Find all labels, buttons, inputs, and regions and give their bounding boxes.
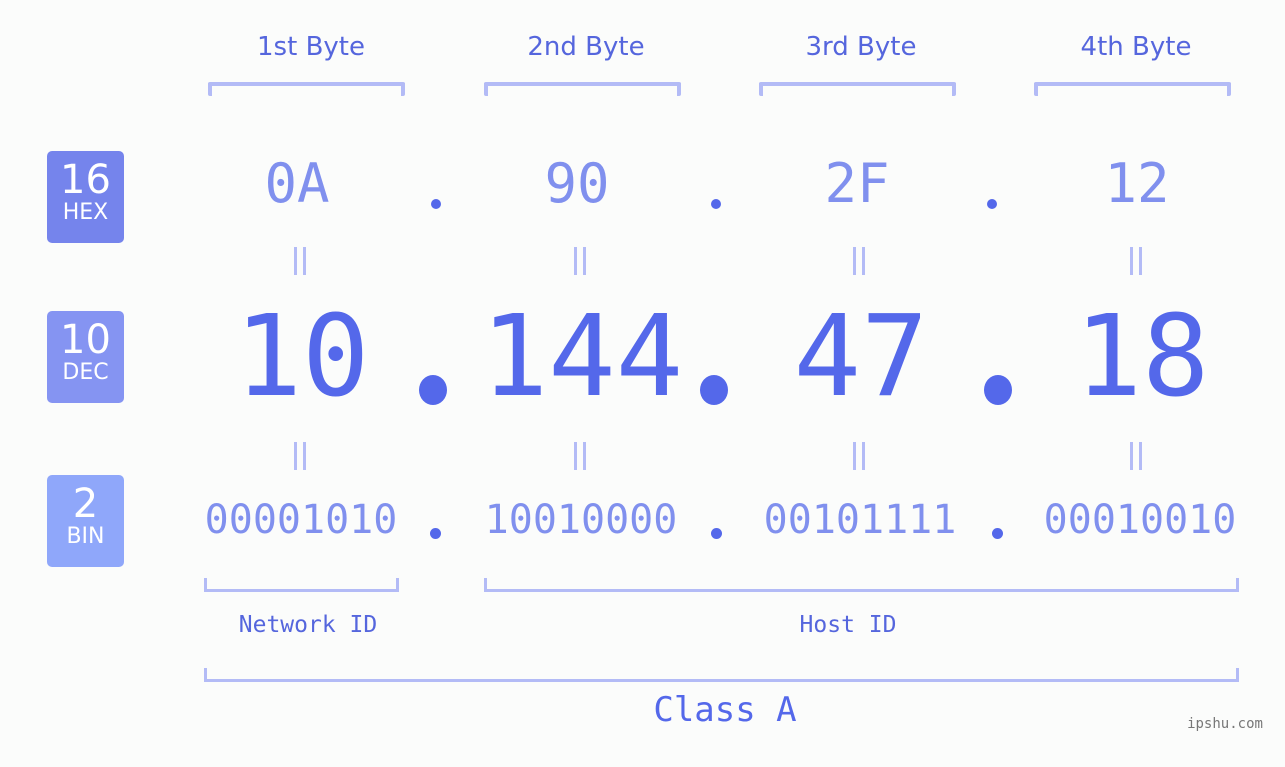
dec-separator-dot xyxy=(700,375,728,405)
dec-byte-1: 10 xyxy=(234,292,370,422)
ip-class-label: Class A xyxy=(653,690,797,730)
bin-byte-2: 10010000 xyxy=(484,497,678,543)
byte-header-1: 1st Byte xyxy=(257,32,365,62)
byte-bracket-1 xyxy=(208,82,405,96)
byte-bracket-2 xyxy=(484,82,681,96)
host-id-label: Host ID xyxy=(799,612,897,638)
host-id-bracket xyxy=(484,578,1239,592)
bin-separator-dot xyxy=(992,528,1003,539)
class-bracket xyxy=(204,668,1239,682)
bin-radix-name: BIN xyxy=(66,524,105,549)
network-id-label: Network ID xyxy=(238,612,378,638)
equals-icon xyxy=(1130,247,1142,275)
bin-byte-3: 00101111 xyxy=(763,497,957,543)
hex-radix-name: HEX xyxy=(62,200,109,225)
byte-bracket-3 xyxy=(759,82,956,96)
equals-icon xyxy=(294,442,306,470)
bin-radix-base: 2 xyxy=(72,481,99,527)
dec-radix-badge: 10 DEC xyxy=(47,311,124,403)
dec-radix-name: DEC xyxy=(62,360,109,385)
equals-icon xyxy=(294,247,306,275)
dec-byte-2: 144 xyxy=(480,292,684,422)
hex-byte-1: 0A xyxy=(264,152,330,215)
hex-byte-2: 90 xyxy=(544,152,610,215)
dec-byte-4: 18 xyxy=(1074,292,1210,422)
equals-icon xyxy=(1130,442,1142,470)
byte-header-2: 2nd Byte xyxy=(527,32,645,62)
bin-byte-4: 00010010 xyxy=(1043,497,1237,543)
byte-header-3: 3rd Byte xyxy=(805,32,917,62)
hex-separator-dot xyxy=(987,199,997,209)
dec-byte-3: 47 xyxy=(793,292,929,422)
equals-icon xyxy=(853,442,865,470)
dec-separator-dot xyxy=(984,375,1012,405)
equals-icon xyxy=(574,442,586,470)
bin-radix-badge: 2 BIN xyxy=(47,475,124,567)
hex-radix-badge: 16 HEX xyxy=(47,151,124,243)
hex-radix-base: 16 xyxy=(60,157,111,203)
hex-separator-dot xyxy=(711,199,721,209)
bin-byte-1: 00001010 xyxy=(204,497,398,543)
dec-radix-base: 10 xyxy=(60,317,111,363)
equals-icon xyxy=(853,247,865,275)
watermark: ipshu.com xyxy=(1187,716,1263,732)
network-id-bracket xyxy=(204,578,399,592)
bin-separator-dot xyxy=(711,528,722,539)
hex-separator-dot xyxy=(431,199,441,209)
hex-byte-4: 12 xyxy=(1104,152,1170,215)
hex-byte-3: 2F xyxy=(824,152,890,215)
bin-separator-dot xyxy=(430,528,441,539)
equals-icon xyxy=(574,247,586,275)
byte-bracket-4 xyxy=(1034,82,1231,96)
byte-header-4: 4th Byte xyxy=(1080,32,1192,62)
dec-separator-dot xyxy=(419,375,447,405)
